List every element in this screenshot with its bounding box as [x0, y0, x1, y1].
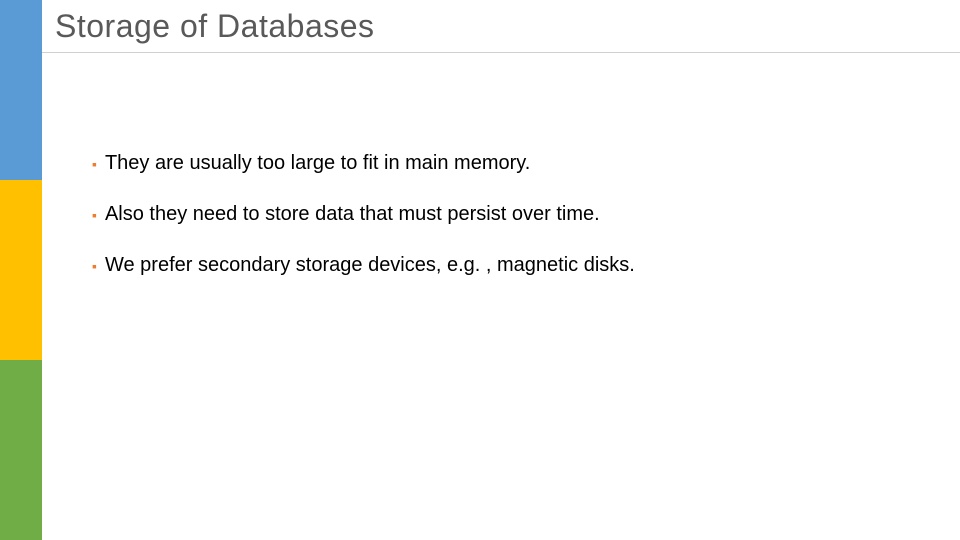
list-item: ▪ Also they need to store data that must… [92, 201, 920, 228]
sidebar-color-bar [0, 0, 42, 540]
slide-title: Storage of Databases [55, 8, 375, 45]
bullet-marker-icon: ▪ [92, 155, 97, 174]
bullet-text: We prefer secondary storage devices, e.g… [105, 252, 635, 279]
bullet-marker-icon: ▪ [92, 206, 97, 225]
bullet-list: ▪ They are usually too large to fit in m… [92, 150, 920, 303]
sidebar-segment-green [0, 360, 42, 540]
list-item: ▪ They are usually too large to fit in m… [92, 150, 920, 177]
sidebar-segment-yellow [0, 180, 42, 360]
title-underline [42, 52, 960, 53]
sidebar-segment-blue [0, 0, 42, 180]
bullet-text: Also they need to store data that must p… [105, 201, 600, 228]
list-item: ▪ We prefer secondary storage devices, e… [92, 252, 920, 279]
bullet-marker-icon: ▪ [92, 257, 97, 276]
bullet-text: They are usually too large to fit in mai… [105, 150, 530, 177]
